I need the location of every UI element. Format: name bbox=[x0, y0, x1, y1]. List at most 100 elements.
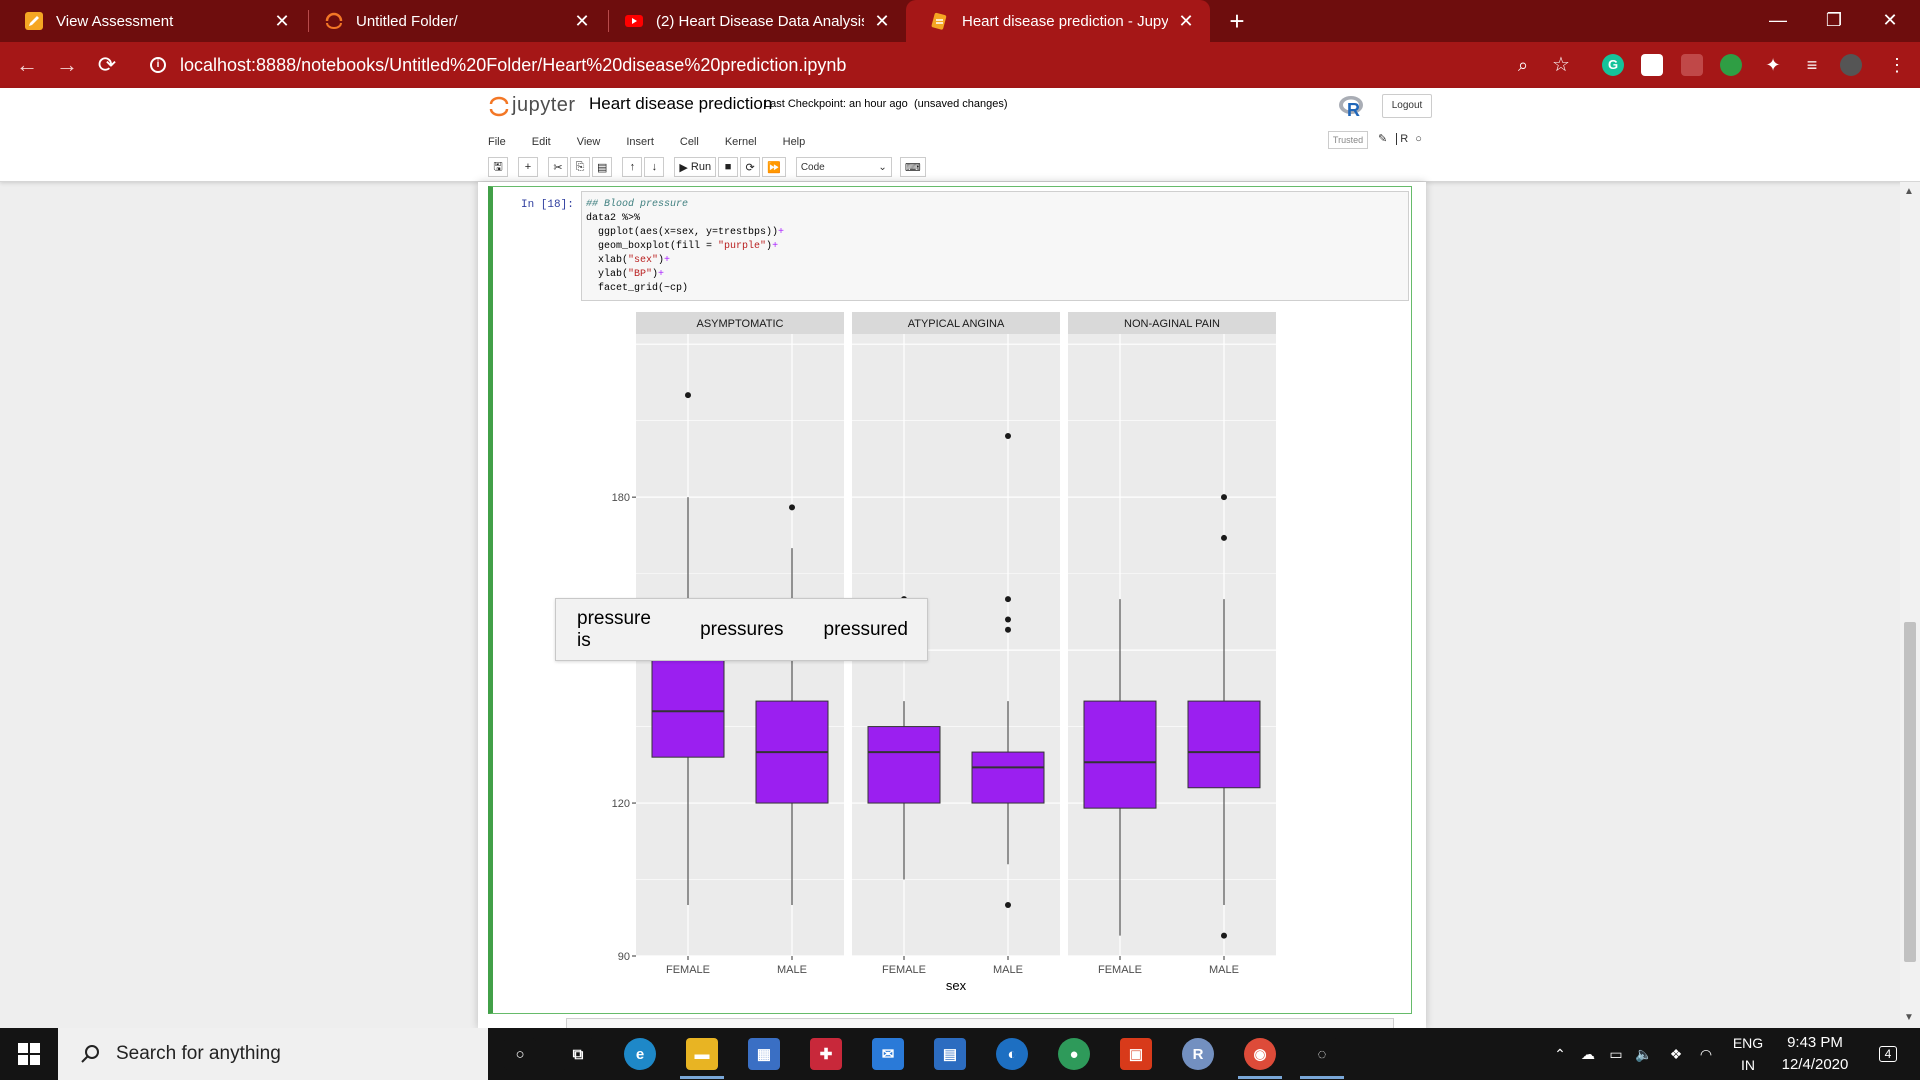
save-button[interactable]: 🖫 bbox=[488, 157, 508, 177]
copy-button[interactable]: ⎘ bbox=[570, 157, 590, 177]
battery-icon[interactable]: ▭ bbox=[1604, 1028, 1628, 1080]
menu-edit[interactable]: Edit bbox=[532, 132, 551, 152]
gift-icon[interactable]: ✚ bbox=[810, 1038, 842, 1070]
cortana-icon[interactable]: ○ bbox=[504, 1038, 536, 1070]
site-info-icon[interactable]: i bbox=[150, 57, 166, 73]
menu-view[interactable]: View bbox=[577, 132, 601, 152]
x-tick-label: MALE bbox=[777, 964, 807, 976]
forward-button[interactable]: → bbox=[52, 50, 82, 80]
outlier-point bbox=[1005, 432, 1011, 439]
close-tab-icon[interactable]: ✕ bbox=[572, 11, 592, 31]
command-palette-button[interactable]: ⌨ bbox=[899, 157, 926, 177]
notebook-title[interactable]: Heart disease prediction bbox=[589, 94, 772, 114]
file-explorer-icon[interactable]: ▬ bbox=[686, 1038, 718, 1070]
suggestion-item[interactable]: pressures bbox=[679, 619, 802, 641]
extensions-puzzle-icon[interactable]: ✦ bbox=[1758, 50, 1788, 80]
suggestion-item[interactable]: pressured bbox=[803, 619, 928, 641]
url-text: localhost:8888/notebooks/Untitled%20Fold… bbox=[180, 54, 847, 75]
code-line: geom_boxplot(fill = bbox=[586, 241, 719, 252]
paste-button[interactable]: ▤ bbox=[592, 157, 613, 177]
r-kernel-logo: R bbox=[1339, 96, 1363, 118]
page-scrollbar[interactable]: ▲ ▼ bbox=[1900, 182, 1920, 1028]
profile-avatar[interactable] bbox=[1840, 54, 1862, 76]
logout-button[interactable]: Logout bbox=[1382, 94, 1432, 118]
menu-kernel[interactable]: Kernel bbox=[725, 132, 757, 152]
code-string: "purple" bbox=[718, 241, 767, 252]
tray-chevron-up-icon[interactable]: ⌃ bbox=[1548, 1028, 1572, 1080]
scrollbar-thumb[interactable] bbox=[1904, 622, 1916, 962]
jupyter-logo[interactable]: jupyter bbox=[488, 94, 576, 117]
insert-cell-button[interactable]: + bbox=[518, 157, 538, 177]
run-button[interactable]: ▶ Run bbox=[674, 157, 717, 177]
x-axis-label: sex bbox=[946, 978, 967, 993]
dropbox-icon[interactable]: ❖ bbox=[1664, 1028, 1688, 1080]
pocket-icon[interactable] bbox=[1641, 54, 1663, 76]
move-up-button[interactable]: ↑ bbox=[622, 157, 643, 177]
mail-icon[interactable]: ✉ bbox=[872, 1038, 904, 1070]
code-string: "sex" bbox=[628, 255, 659, 266]
maps-icon[interactable]: ● bbox=[1058, 1038, 1090, 1070]
remote-icon[interactable]: ◐ bbox=[996, 1038, 1028, 1070]
store-icon[interactable]: ▦ bbox=[748, 1038, 780, 1070]
running-app-indicator bbox=[1238, 1076, 1282, 1079]
trusted-badge[interactable]: Trusted bbox=[1328, 131, 1368, 149]
cart-icon[interactable] bbox=[1681, 54, 1703, 76]
loading-icon[interactable]: ◌ bbox=[1306, 1038, 1338, 1070]
grammarly-icon[interactable]: G bbox=[1602, 54, 1624, 76]
menu-help[interactable]: Help bbox=[783, 132, 806, 152]
edge-icon[interactable]: e bbox=[624, 1038, 656, 1070]
cell-type-select[interactable]: Code ⌄ bbox=[795, 157, 892, 177]
menu-cell[interactable]: Cell bbox=[680, 132, 699, 152]
tab-view-assessment[interactable]: View Assessment ✕ bbox=[0, 0, 306, 42]
tab-title: (2) Heart Disease Data Analysis w bbox=[656, 12, 864, 30]
interrupt-button[interactable]: ■ bbox=[718, 157, 739, 177]
cut-button[interactable]: ✂ bbox=[548, 157, 568, 177]
facet-label: ATYPICAL ANGINA bbox=[908, 318, 1005, 330]
bookmark-star-icon[interactable]: ☆ bbox=[1546, 50, 1576, 80]
chrome-icon[interactable]: ◉ bbox=[1244, 1038, 1276, 1070]
taskbar-clock[interactable]: 9:43 PM 12/4/2020 bbox=[1770, 1032, 1860, 1076]
code-editor[interactable]: ## Blood pressure data2 %>% ggplot(aes(x… bbox=[581, 191, 1409, 301]
onedrive-icon[interactable]: ☁ bbox=[1576, 1028, 1600, 1080]
colorful-extension-icon[interactable] bbox=[1720, 54, 1742, 76]
code-operator: + bbox=[772, 241, 779, 252]
task-view-icon[interactable]: ⧉ bbox=[562, 1038, 594, 1070]
tab-youtube[interactable]: (2) Heart Disease Data Analysis w ✕ bbox=[600, 0, 906, 42]
scroll-down-icon[interactable]: ▼ bbox=[1904, 1012, 1914, 1023]
close-window-button[interactable]: ✕ bbox=[1862, 0, 1918, 40]
reload-button[interactable]: ⟳ bbox=[92, 50, 122, 80]
zoom-icon[interactable]: ⌕ bbox=[1508, 50, 1538, 80]
menu-insert[interactable]: Insert bbox=[626, 132, 654, 152]
taskbar-search[interactable]: Search for anything bbox=[58, 1028, 488, 1080]
back-button[interactable]: ← bbox=[12, 50, 42, 80]
media-control-icon[interactable]: ≡ bbox=[1797, 50, 1827, 80]
language-indicator[interactable]: ENG IN bbox=[1730, 1032, 1766, 1076]
calculator-icon[interactable]: ▣ bbox=[1120, 1038, 1152, 1070]
volume-icon[interactable]: 🔈 bbox=[1632, 1028, 1656, 1080]
menu-kebab-icon[interactable]: ⋮ bbox=[1882, 50, 1912, 80]
clock-time: 9:43 PM bbox=[1787, 1034, 1843, 1051]
restart-button[interactable]: ⟳ bbox=[740, 157, 761, 177]
address-bar[interactable]: i localhost:8888/notebooks/Untitled%20Fo… bbox=[142, 49, 1518, 81]
kernel-idle-icon: ○ bbox=[1415, 133, 1422, 145]
notification-badge: 4 bbox=[1878, 1046, 1898, 1062]
tab-untitled-folder[interactable]: Untitled Folder/ ✕ bbox=[300, 0, 606, 42]
new-tab-button[interactable]: + bbox=[1222, 6, 1252, 36]
menu-file[interactable]: File bbox=[488, 132, 506, 152]
r-icon[interactable]: R bbox=[1182, 1038, 1214, 1070]
scroll-up-icon[interactable]: ▲ bbox=[1904, 186, 1914, 197]
move-down-button[interactable]: ↓ bbox=[644, 157, 665, 177]
restart-run-all-button[interactable]: ⏩ bbox=[762, 157, 786, 177]
suggestion-item[interactable]: pressure is bbox=[556, 608, 679, 652]
restore-button[interactable]: ❐ bbox=[1806, 0, 1862, 40]
tab-heart-disease-prediction[interactable]: Heart disease prediction - Jupyte ✕ bbox=[906, 0, 1210, 42]
chevron-down-icon: ⌄ bbox=[878, 161, 887, 173]
notification-center-icon[interactable]: 4 bbox=[1868, 1028, 1908, 1080]
close-tab-icon[interactable]: ✕ bbox=[872, 11, 892, 31]
wifi-icon[interactable]: ◠ bbox=[1694, 1028, 1718, 1080]
close-tab-icon[interactable]: ✕ bbox=[1176, 11, 1196, 31]
news-icon[interactable]: ▤ bbox=[934, 1038, 966, 1070]
minimize-button[interactable]: — bbox=[1750, 0, 1806, 40]
close-tab-icon[interactable]: ✕ bbox=[272, 11, 292, 31]
start-button[interactable] bbox=[0, 1028, 58, 1080]
